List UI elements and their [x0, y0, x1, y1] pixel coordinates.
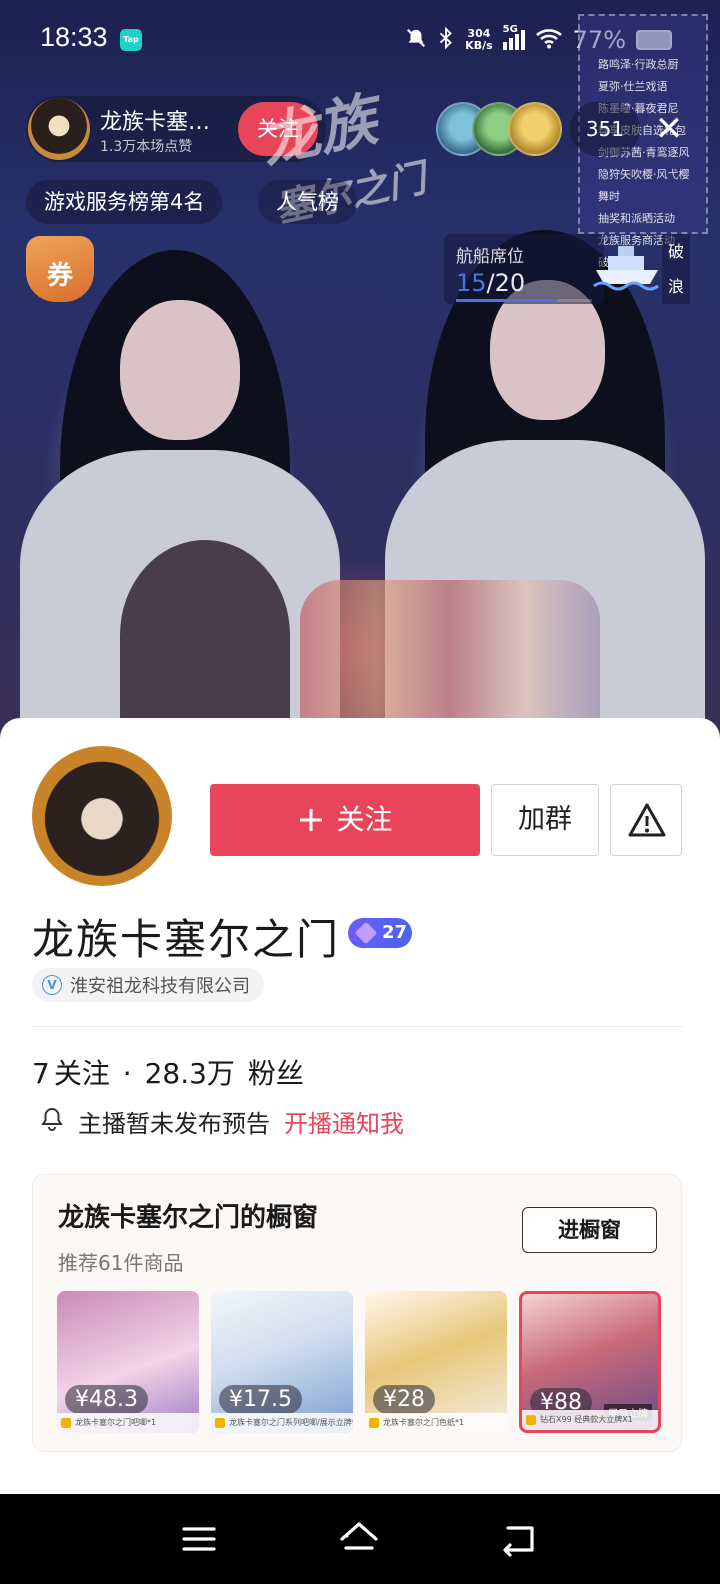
wifi-icon: [535, 27, 563, 54]
product-card[interactable]: ¥17.5 龙族卡塞尔之门系列吧唧/展示立牌*1: [211, 1291, 353, 1433]
menu-icon[interactable]: [174, 1514, 224, 1564]
followers-count: 28.3万: [144, 1057, 235, 1090]
follow-stats[interactable]: 7 关注 · 28.3万 粉丝: [32, 1052, 308, 1092]
coupon-icon[interactable]: 券: [26, 236, 94, 302]
shop-window-card[interactable]: 龙族卡塞尔之门的橱窗 推荐61件商品 进橱窗 ¥48.3 龙族卡塞尔之门吧唧*1…: [32, 1174, 682, 1452]
viewer-count[interactable]: 351: [570, 102, 640, 156]
home-icon[interactable]: [334, 1514, 384, 1564]
ship-icon[interactable]: [592, 236, 662, 292]
navigation-bar: [0, 1494, 720, 1584]
host-likes: 1.3万本场点赞: [100, 139, 193, 155]
product-strip: 钻石X99 经典款大立牌X1: [522, 1410, 658, 1430]
notice-line: 隐狩矢吹樱·风弋樱舞时: [598, 168, 690, 203]
host-name[interactable]: 龙族卡塞…: [100, 104, 225, 136]
voyage-progress-bar: [456, 299, 592, 302]
top-viewers[interactable]: [436, 102, 566, 156]
join-group-button[interactable]: 加群: [491, 784, 599, 856]
following-label: 关注: [53, 1057, 110, 1090]
follow-button-label: 关注: [336, 803, 393, 836]
voyage-seat-count: 15/20: [456, 269, 592, 297]
product-price: ¥48.3: [65, 1385, 148, 1414]
profile-name: 龙族卡塞尔之门: [32, 915, 341, 964]
game-service-rank-tag[interactable]: 游戏服务榜第4名: [26, 180, 223, 224]
popularity-rank-tag[interactable]: 人气榜: [258, 180, 357, 224]
host-avatar[interactable]: [28, 98, 90, 160]
voyage-seats-widget[interactable]: 航船席位 15/20: [444, 234, 604, 304]
product-card[interactable]: ¥28 龙族卡塞尔之门色纸*1: [365, 1291, 507, 1433]
broadcast-preview-row: 主播暂未发布预告 开播通知我: [40, 1104, 404, 1139]
product-card[interactable]: ¥88 展示立牌 钻石X99 经典款大立牌X1: [519, 1291, 661, 1433]
mute-bell-icon: [405, 27, 427, 54]
bluetooth-icon: [437, 26, 455, 54]
status-time: 18:33: [40, 22, 108, 52]
gem-icon: [354, 921, 378, 945]
product-card[interactable]: ¥48.3 龙族卡塞尔之门吧唧*1: [57, 1291, 199, 1433]
verified-v-icon: V: [42, 975, 62, 995]
follow-button[interactable]: 关注: [210, 784, 480, 856]
following-count: 7: [32, 1057, 50, 1090]
shop-title: 龙族卡塞尔之门的橱窗: [58, 1203, 319, 1233]
product-strip: 龙族卡塞尔之门色纸*1: [365, 1413, 507, 1433]
figure-display: [300, 580, 600, 720]
company-name: 淮安祖龙科技有限公司: [70, 976, 250, 997]
stats-separator: ·: [122, 1057, 132, 1090]
voyage-current: 15: [456, 269, 487, 297]
notice-line: 路鸣泽·行政总厨: [598, 58, 679, 71]
shop-subtitle: 推荐61件商品: [58, 1251, 184, 1275]
profile-sheet: 关注 加群 龙族卡塞尔之门 27 V 淮安祖龙科技有限公司 7 关注 · 28.3…: [0, 718, 720, 1494]
back-icon[interactable]: [494, 1514, 544, 1564]
viewer-avatar[interactable]: [508, 102, 562, 156]
network-type: 5G: [502, 24, 518, 35]
report-button[interactable]: [610, 784, 682, 856]
notice-line: 夏弥·仕兰戏语: [598, 80, 668, 93]
product-strip: 龙族卡塞尔之门系列吧唧/展示立牌*1: [211, 1413, 353, 1433]
wave-text-top: 破: [667, 242, 684, 261]
product-price: ¥17.5: [219, 1385, 302, 1414]
wave-text-bottom: 浪: [667, 277, 684, 296]
voyage-total: /20: [486, 269, 526, 297]
divider: [32, 1026, 682, 1027]
level-value: 27: [382, 922, 408, 943]
voyage-progress-fill: [456, 299, 558, 302]
product-list: ¥48.3 龙族卡塞尔之门吧唧*1 ¥17.5 龙族卡塞尔之门系列吧唧/展示立牌…: [57, 1291, 661, 1433]
enter-shop-button[interactable]: 进橱窗: [522, 1207, 657, 1253]
stage-prop: [120, 540, 290, 730]
verified-company-tag[interactable]: V 淮安祖龙科技有限公司: [32, 968, 264, 1002]
break-wave-widget[interactable]: 破 浪: [662, 234, 690, 304]
notice-line: 抽奖和派晒活动: [598, 212, 675, 225]
notify-me-link[interactable]: 开播通知我: [284, 1104, 404, 1139]
product-strip: 龙族卡塞尔之门吧唧*1: [57, 1413, 199, 1433]
taptap-icon: Tap: [120, 29, 142, 51]
voyage-title: 航船席位: [456, 247, 524, 267]
followers-label: 粉丝: [247, 1057, 304, 1090]
streamer-left-face: [120, 300, 240, 440]
close-icon[interactable]: ✕: [640, 100, 698, 158]
preview-status-text: 主播暂未发布预告: [78, 1110, 270, 1138]
bell-icon: [40, 1106, 64, 1138]
profile-avatar[interactable]: [32, 746, 172, 886]
plus-icon: [298, 803, 337, 836]
level-badge[interactable]: 27: [348, 918, 412, 948]
product-price: ¥28: [373, 1385, 435, 1414]
